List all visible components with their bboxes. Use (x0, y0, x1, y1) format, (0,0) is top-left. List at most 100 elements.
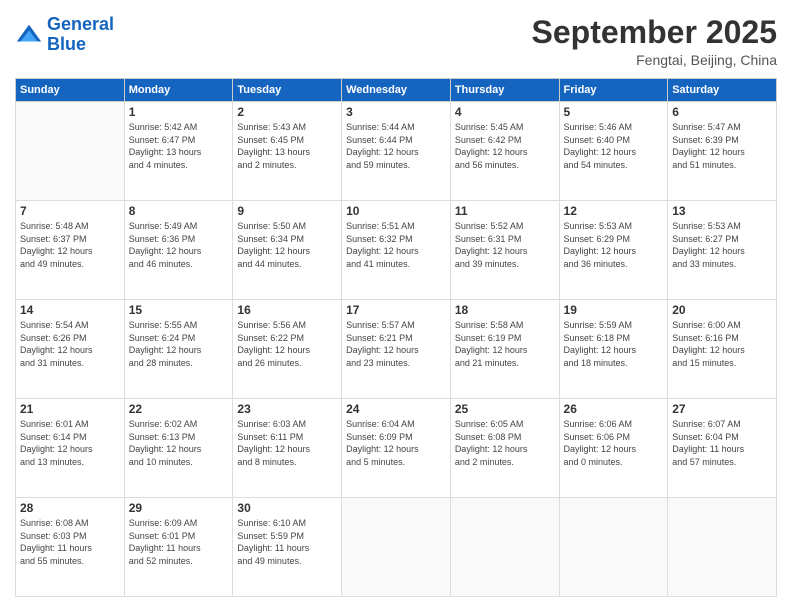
day-number: 30 (237, 501, 337, 515)
day-info: Sunrise: 5:49 AM Sunset: 6:36 PM Dayligh… (129, 220, 229, 270)
calendar-cell: 27Sunrise: 6:07 AM Sunset: 6:04 PM Dayli… (668, 399, 777, 498)
calendar-cell: 28 Sunrise: 6:08 AM Sunset: 6:03 PM Dayli… (16, 498, 125, 597)
day-number: 8 (129, 204, 229, 218)
header-wednesday: Wednesday (342, 79, 451, 102)
day-info: Sunrise: 5:53 AM Sunset: 6:29 PM Dayligh… (564, 220, 664, 270)
title-block: September 2025 Fengtai, Beijing, China (532, 15, 777, 68)
day-info: Sunrise: 6:03 AM Sunset: 6:11 PM Dayligh… (237, 418, 337, 468)
day-number: 24 (346, 402, 446, 416)
day-info: Sunrise: 6:01 AM Sunset: 6:14 PM Dayligh… (20, 418, 120, 468)
day-number: 28 (20, 501, 120, 515)
day-info: Sunrise: 6:04 AM Sunset: 6:09 PM Dayligh… (346, 418, 446, 468)
day-info: Sunrise: 5:43 AM Sunset: 6:45 PM Dayligh… (237, 121, 337, 171)
calendar-cell (450, 498, 559, 597)
calendar-cell: 19 Sunrise: 5:59 AM Sunset: 6:18 PM Dayli… (559, 300, 668, 399)
calendar-cell: 23 Sunrise: 6:03 AM Sunset: 6:11 PM Dayli… (233, 399, 342, 498)
day-info: Sunrise: 6:06 AM Sunset: 6:06 PM Dayligh… (564, 418, 664, 468)
header-friday: Friday (559, 79, 668, 102)
calendar-table: Sunday Monday Tuesday Wednesday Thursday… (15, 78, 777, 597)
calendar-cell (342, 498, 451, 597)
calendar-cell (668, 498, 777, 597)
calendar-cell: 7 Sunrise: 5:48 AM Sunset: 6:37 PM Daylig… (16, 201, 125, 300)
day-number: 1 (129, 105, 229, 119)
day-number: 6 (672, 105, 772, 119)
calendar-cell: 3 Sunrise: 5:44 AM Sunset: 6:44 PM Daylig… (342, 102, 451, 201)
header-monday: Monday (124, 79, 233, 102)
calendar-cell (559, 498, 668, 597)
day-number: 13 (672, 204, 772, 218)
day-number: 11 (455, 204, 555, 218)
calendar-header-row: Sunday Monday Tuesday Wednesday Thursday… (16, 79, 777, 102)
header-thursday: Thursday (450, 79, 559, 102)
day-number: 5 (564, 105, 664, 119)
day-number: 21 (20, 402, 120, 416)
day-number: 7 (20, 204, 120, 218)
calendar-cell: 12 Sunrise: 5:53 AM Sunset: 6:29 PM Dayli… (559, 201, 668, 300)
day-info: Sunrise: 5:45 AM Sunset: 6:42 PM Dayligh… (455, 121, 555, 171)
calendar-week-row-0: 1Sunrise: 5:42 AM Sunset: 6:47 PM Daylig… (16, 102, 777, 201)
day-info: Sunrise: 6:00 AM Sunset: 6:16 PM Dayligh… (672, 319, 772, 369)
day-info: Sunrise: 5:54 AM Sunset: 6:26 PM Dayligh… (20, 319, 120, 369)
day-info: Sunrise: 5:56 AM Sunset: 6:22 PM Dayligh… (237, 319, 337, 369)
month-title: September 2025 (532, 15, 777, 50)
day-info: Sunrise: 5:44 AM Sunset: 6:44 PM Dayligh… (346, 121, 446, 171)
logo-line1: General (47, 14, 114, 34)
day-info: Sunrise: 5:48 AM Sunset: 6:37 PM Dayligh… (20, 220, 120, 270)
day-info: Sunrise: 5:55 AM Sunset: 6:24 PM Dayligh… (129, 319, 229, 369)
day-number: 18 (455, 303, 555, 317)
calendar-cell: 21 Sunrise: 6:01 AM Sunset: 6:14 PM Dayli… (16, 399, 125, 498)
logo: General Blue (15, 15, 114, 55)
calendar-cell: 4 Sunrise: 5:45 AM Sunset: 6:42 PM Daylig… (450, 102, 559, 201)
day-info: Sunrise: 6:08 AM Sunset: 6:03 PM Dayligh… (20, 517, 120, 567)
calendar-cell: 14 Sunrise: 5:54 AM Sunset: 6:26 PM Dayli… (16, 300, 125, 399)
day-number: 4 (455, 105, 555, 119)
day-info: Sunrise: 5:50 AM Sunset: 6:34 PM Dayligh… (237, 220, 337, 270)
header-saturday: Saturday (668, 79, 777, 102)
calendar-week-row-3: 21 Sunrise: 6:01 AM Sunset: 6:14 PM Dayli… (16, 399, 777, 498)
location-subtitle: Fengtai, Beijing, China (532, 52, 777, 68)
day-number: 3 (346, 105, 446, 119)
calendar-body: 1Sunrise: 5:42 AM Sunset: 6:47 PM Daylig… (16, 102, 777, 597)
day-info: Sunrise: 6:02 AM Sunset: 6:13 PM Dayligh… (129, 418, 229, 468)
logo-line2: Blue (47, 34, 86, 54)
calendar-cell: 24 Sunrise: 6:04 AM Sunset: 6:09 PM Dayli… (342, 399, 451, 498)
calendar-cell: 8 Sunrise: 5:49 AM Sunset: 6:36 PM Daylig… (124, 201, 233, 300)
logo-text: General Blue (47, 15, 114, 55)
calendar-week-row-2: 14 Sunrise: 5:54 AM Sunset: 6:26 PM Dayli… (16, 300, 777, 399)
calendar-cell: 17Sunrise: 5:57 AM Sunset: 6:21 PM Dayli… (342, 300, 451, 399)
calendar-cell: 29Sunrise: 6:09 AM Sunset: 6:01 PM Dayli… (124, 498, 233, 597)
calendar-cell: 22 Sunrise: 6:02 AM Sunset: 6:13 PM Dayli… (124, 399, 233, 498)
calendar-cell: 15 Sunrise: 5:55 AM Sunset: 6:24 PM Dayli… (124, 300, 233, 399)
calendar-cell: 26 Sunrise: 6:06 AM Sunset: 6:06 PM Dayli… (559, 399, 668, 498)
page: General Blue September 2025 Fengtai, Bei… (0, 0, 792, 612)
day-info: Sunrise: 5:47 AM Sunset: 6:39 PM Dayligh… (672, 121, 772, 171)
day-number: 26 (564, 402, 664, 416)
calendar-cell: 18Sunrise: 5:58 AM Sunset: 6:19 PM Dayli… (450, 300, 559, 399)
header-sunday: Sunday (16, 79, 125, 102)
day-number: 12 (564, 204, 664, 218)
day-number: 25 (455, 402, 555, 416)
calendar-cell: 2 Sunrise: 5:43 AM Sunset: 6:45 PM Daylig… (233, 102, 342, 201)
day-info: Sunrise: 5:53 AM Sunset: 6:27 PM Dayligh… (672, 220, 772, 270)
calendar-cell: 10Sunrise: 5:51 AM Sunset: 6:32 PM Dayli… (342, 201, 451, 300)
day-info: Sunrise: 5:59 AM Sunset: 6:18 PM Dayligh… (564, 319, 664, 369)
header-tuesday: Tuesday (233, 79, 342, 102)
calendar-cell: 9Sunrise: 5:50 AM Sunset: 6:34 PM Daylig… (233, 201, 342, 300)
logo-icon (15, 21, 43, 49)
calendar-cell: 6 Sunrise: 5:47 AM Sunset: 6:39 PM Daylig… (668, 102, 777, 201)
day-number: 16 (237, 303, 337, 317)
day-number: 19 (564, 303, 664, 317)
header: General Blue September 2025 Fengtai, Bei… (15, 15, 777, 68)
day-number: 29 (129, 501, 229, 515)
day-info: Sunrise: 6:10 AM Sunset: 5:59 PM Dayligh… (237, 517, 337, 567)
day-number: 23 (237, 402, 337, 416)
calendar-week-row-4: 28 Sunrise: 6:08 AM Sunset: 6:03 PM Dayli… (16, 498, 777, 597)
day-number: 15 (129, 303, 229, 317)
day-number: 17 (346, 303, 446, 317)
day-number: 14 (20, 303, 120, 317)
calendar-cell: 25 Sunrise: 6:05 AM Sunset: 6:08 PM Dayli… (450, 399, 559, 498)
day-number: 22 (129, 402, 229, 416)
day-number: 2 (237, 105, 337, 119)
calendar-cell: 16 Sunrise: 5:56 AM Sunset: 6:22 PM Dayli… (233, 300, 342, 399)
day-info: Sunrise: 6:05 AM Sunset: 6:08 PM Dayligh… (455, 418, 555, 468)
